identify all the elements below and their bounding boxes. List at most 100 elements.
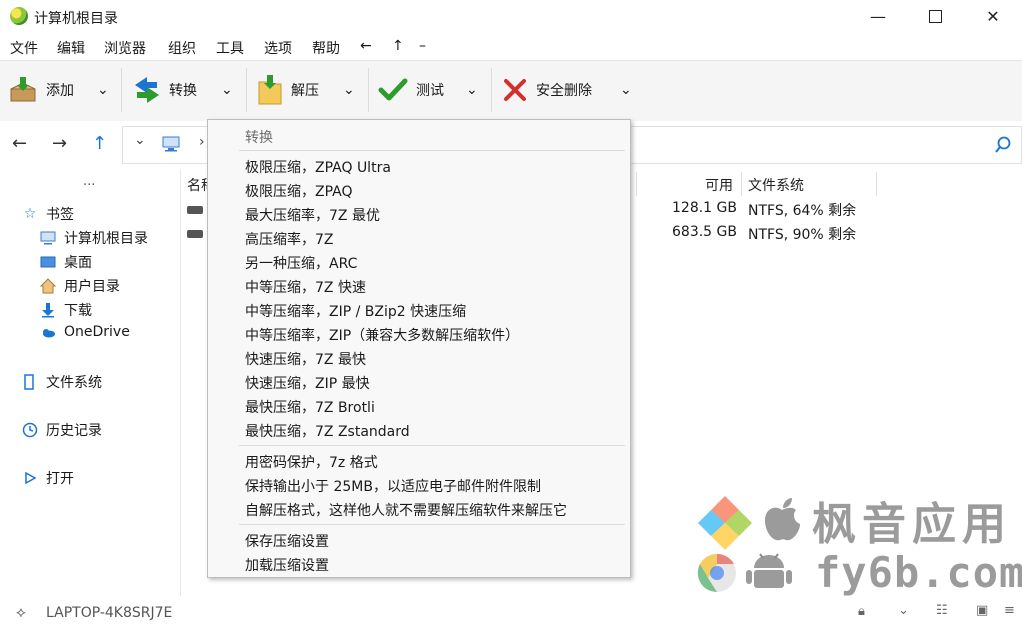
extract-label: 解压: [291, 83, 319, 99]
menu-edit[interactable]: 编辑: [57, 38, 85, 58]
convert-dropdown-chevron-icon[interactable]: ⌄: [221, 82, 233, 98]
add-button[interactable]: 添加: [8, 60, 74, 120]
up-arrow-icon[interactable]: ↑: [92, 133, 107, 154]
table-cell-filesystem: NTFS, 90% 剩余: [748, 227, 857, 243]
filesystem-icon: [24, 374, 34, 390]
close-button[interactable]: ✕: [970, 0, 1016, 32]
details-view-icon[interactable]: ≡: [1004, 603, 1015, 618]
chevron-down-icon[interactable]: ⌄: [898, 603, 909, 618]
column-separator[interactable]: [636, 172, 637, 196]
bookmark-item-desktop[interactable]: 桌面: [40, 252, 92, 272]
add-label: 添加: [46, 83, 74, 99]
menu-file[interactable]: 文件: [10, 38, 38, 58]
breadcrumb-separator: ›: [199, 134, 205, 150]
bookmark-item-user-folder[interactable]: 用户目录: [40, 276, 120, 296]
search-icon[interactable]: [994, 136, 1012, 154]
menu-item-password-protect[interactable]: 用密码保护，7z 格式: [245, 452, 378, 472]
bookmark-label: OneDrive: [64, 324, 130, 340]
filesystem-label: 文件系统: [46, 375, 102, 391]
menu-item-7z-fast[interactable]: 中等压缩，7Z 快速: [245, 277, 366, 297]
convert-icon: [135, 77, 159, 103]
column-separator[interactable]: [741, 172, 742, 196]
menu-header: 转换: [245, 130, 273, 146]
menu-item-zip-bzip2[interactable]: 中等压缩率，ZIP / BZip2 快速压缩: [245, 301, 466, 321]
menu-item-7z-best[interactable]: 最大压缩率，7Z 最优: [245, 205, 380, 225]
menu-back-arrow[interactable]: ←: [360, 38, 372, 54]
filesystem-section[interactable]: 文件系统: [22, 372, 102, 392]
bookmarks-section[interactable]: ☆ 书签: [22, 204, 74, 224]
delete-x-icon: [504, 79, 526, 101]
menu-organize[interactable]: 组织: [168, 38, 196, 58]
menu-item-zpaq[interactable]: 极限压缩，ZPAQ: [245, 181, 353, 201]
download-arrow-icon: [42, 303, 54, 318]
table-cell-filesystem: NTFS, 64% 剩余: [748, 203, 857, 219]
column-separator[interactable]: [876, 172, 877, 196]
drive-icon: [187, 230, 203, 238]
menu-item-7z-brotli[interactable]: 最快压缩，7Z Brotli: [245, 397, 375, 417]
toolbar-separator: [491, 68, 492, 112]
toolbar-separator: [246, 68, 247, 112]
menu-item-7z-zstandard[interactable]: 最快压缩，7Z Zstandard: [245, 421, 410, 441]
desktop-icon: [40, 256, 56, 268]
menu-item-load-settings[interactable]: 加载压缩设置: [245, 555, 329, 575]
watermark-title: 枫音应用: [812, 499, 1012, 550]
menu-item-zip-compatible[interactable]: 中等压缩率，ZIP（兼容大多数解压缩软件）: [245, 325, 519, 345]
menu-browser[interactable]: 浏览器: [104, 38, 146, 58]
app-logo-icon: [10, 7, 28, 25]
menu-separator: [239, 524, 625, 525]
columns-view-icon[interactable]: ☷: [936, 603, 948, 618]
menu-item-save-settings[interactable]: 保存压缩设置: [245, 531, 329, 551]
menu-minimize-pane[interactable]: –: [419, 38, 426, 54]
bookmark-item-downloads[interactable]: 下载: [40, 300, 92, 320]
menu-item-self-extracting[interactable]: 自解压格式，这样他人就不需要解压缩软件来解压它: [245, 500, 567, 520]
open-section[interactable]: 打开: [22, 468, 74, 488]
column-header-filesystem[interactable]: 文件系统: [748, 175, 804, 195]
bookmark-label: 下载: [64, 303, 92, 319]
extract-dropdown-chevron-icon[interactable]: ⌄: [343, 82, 355, 98]
menu-options[interactable]: 选项: [264, 38, 292, 58]
overflow-dots[interactable]: ...: [83, 174, 95, 189]
bookmark-item-computer-root[interactable]: 计算机根目录: [40, 228, 148, 248]
lock-icon[interactable]: 🔒︎: [858, 604, 865, 619]
add-archive-icon: [10, 77, 36, 102]
secure-delete-label: 安全删除: [536, 83, 592, 99]
convert-label: 转换: [169, 83, 197, 99]
extract-button[interactable]: 解压: [257, 60, 319, 120]
minimize-button[interactable]: —: [855, 0, 901, 32]
bookmarks-label: 书签: [46, 207, 74, 223]
history-section[interactable]: 历史记录: [22, 420, 102, 440]
play-triangle-icon: [25, 471, 37, 485]
bookmark-item-onedrive[interactable]: OneDrive: [40, 324, 130, 340]
watermark-url: fy6b.com: [815, 548, 1022, 597]
computer-name: LAPTOP-4K8SRJ7E: [46, 605, 173, 621]
menu-help[interactable]: 帮助: [312, 38, 340, 58]
back-arrow-icon[interactable]: ←: [12, 133, 27, 154]
apple-logo-icon: [764, 498, 800, 541]
network-icon: ⟡: [16, 603, 26, 621]
preview-pane-icon[interactable]: ▣: [976, 603, 988, 618]
column-header-available[interactable]: 可用: [705, 175, 733, 195]
menu-item-zip-fastest[interactable]: 快速压缩，ZIP 最快: [245, 373, 370, 393]
test-button[interactable]: 测试: [378, 60, 444, 120]
menu-tools[interactable]: 工具: [216, 38, 244, 58]
menu-item-arc[interactable]: 另一种压缩，ARC: [245, 253, 357, 273]
address-dropdown-chevron-icon[interactable]: ⌄: [134, 132, 146, 148]
chrome-logo-icon: [697, 553, 736, 593]
bookmark-label: 用户目录: [64, 279, 120, 295]
secure-delete-button[interactable]: 安全删除: [502, 60, 592, 120]
convert-button[interactable]: 转换: [133, 60, 197, 120]
forward-arrow-icon[interactable]: →: [52, 133, 67, 154]
menu-item-zpaq-ultra[interactable]: 极限压缩，ZPAQ Ultra: [245, 157, 391, 177]
menu-up-arrow[interactable]: ↑: [392, 38, 404, 54]
menu-bar: [0, 34, 1022, 60]
menu-separator: [239, 445, 625, 446]
menu-item-7z-fastest[interactable]: 快速压缩，7Z 最快: [245, 349, 366, 369]
menu-item-7z-high[interactable]: 高压缩率，7Z: [245, 229, 334, 249]
secure-delete-dropdown-chevron-icon[interactable]: ⌄: [620, 82, 632, 98]
test-dropdown-chevron-icon[interactable]: ⌄: [466, 82, 478, 98]
bookmark-label: 桌面: [64, 255, 92, 271]
history-label: 历史记录: [46, 423, 102, 439]
add-dropdown-chevron-icon[interactable]: ⌄: [97, 82, 109, 98]
menu-item-email-size[interactable]: 保持输出小于 25MB，以适应电子邮件附件限制: [245, 476, 541, 496]
maximize-button[interactable]: [912, 0, 958, 32]
